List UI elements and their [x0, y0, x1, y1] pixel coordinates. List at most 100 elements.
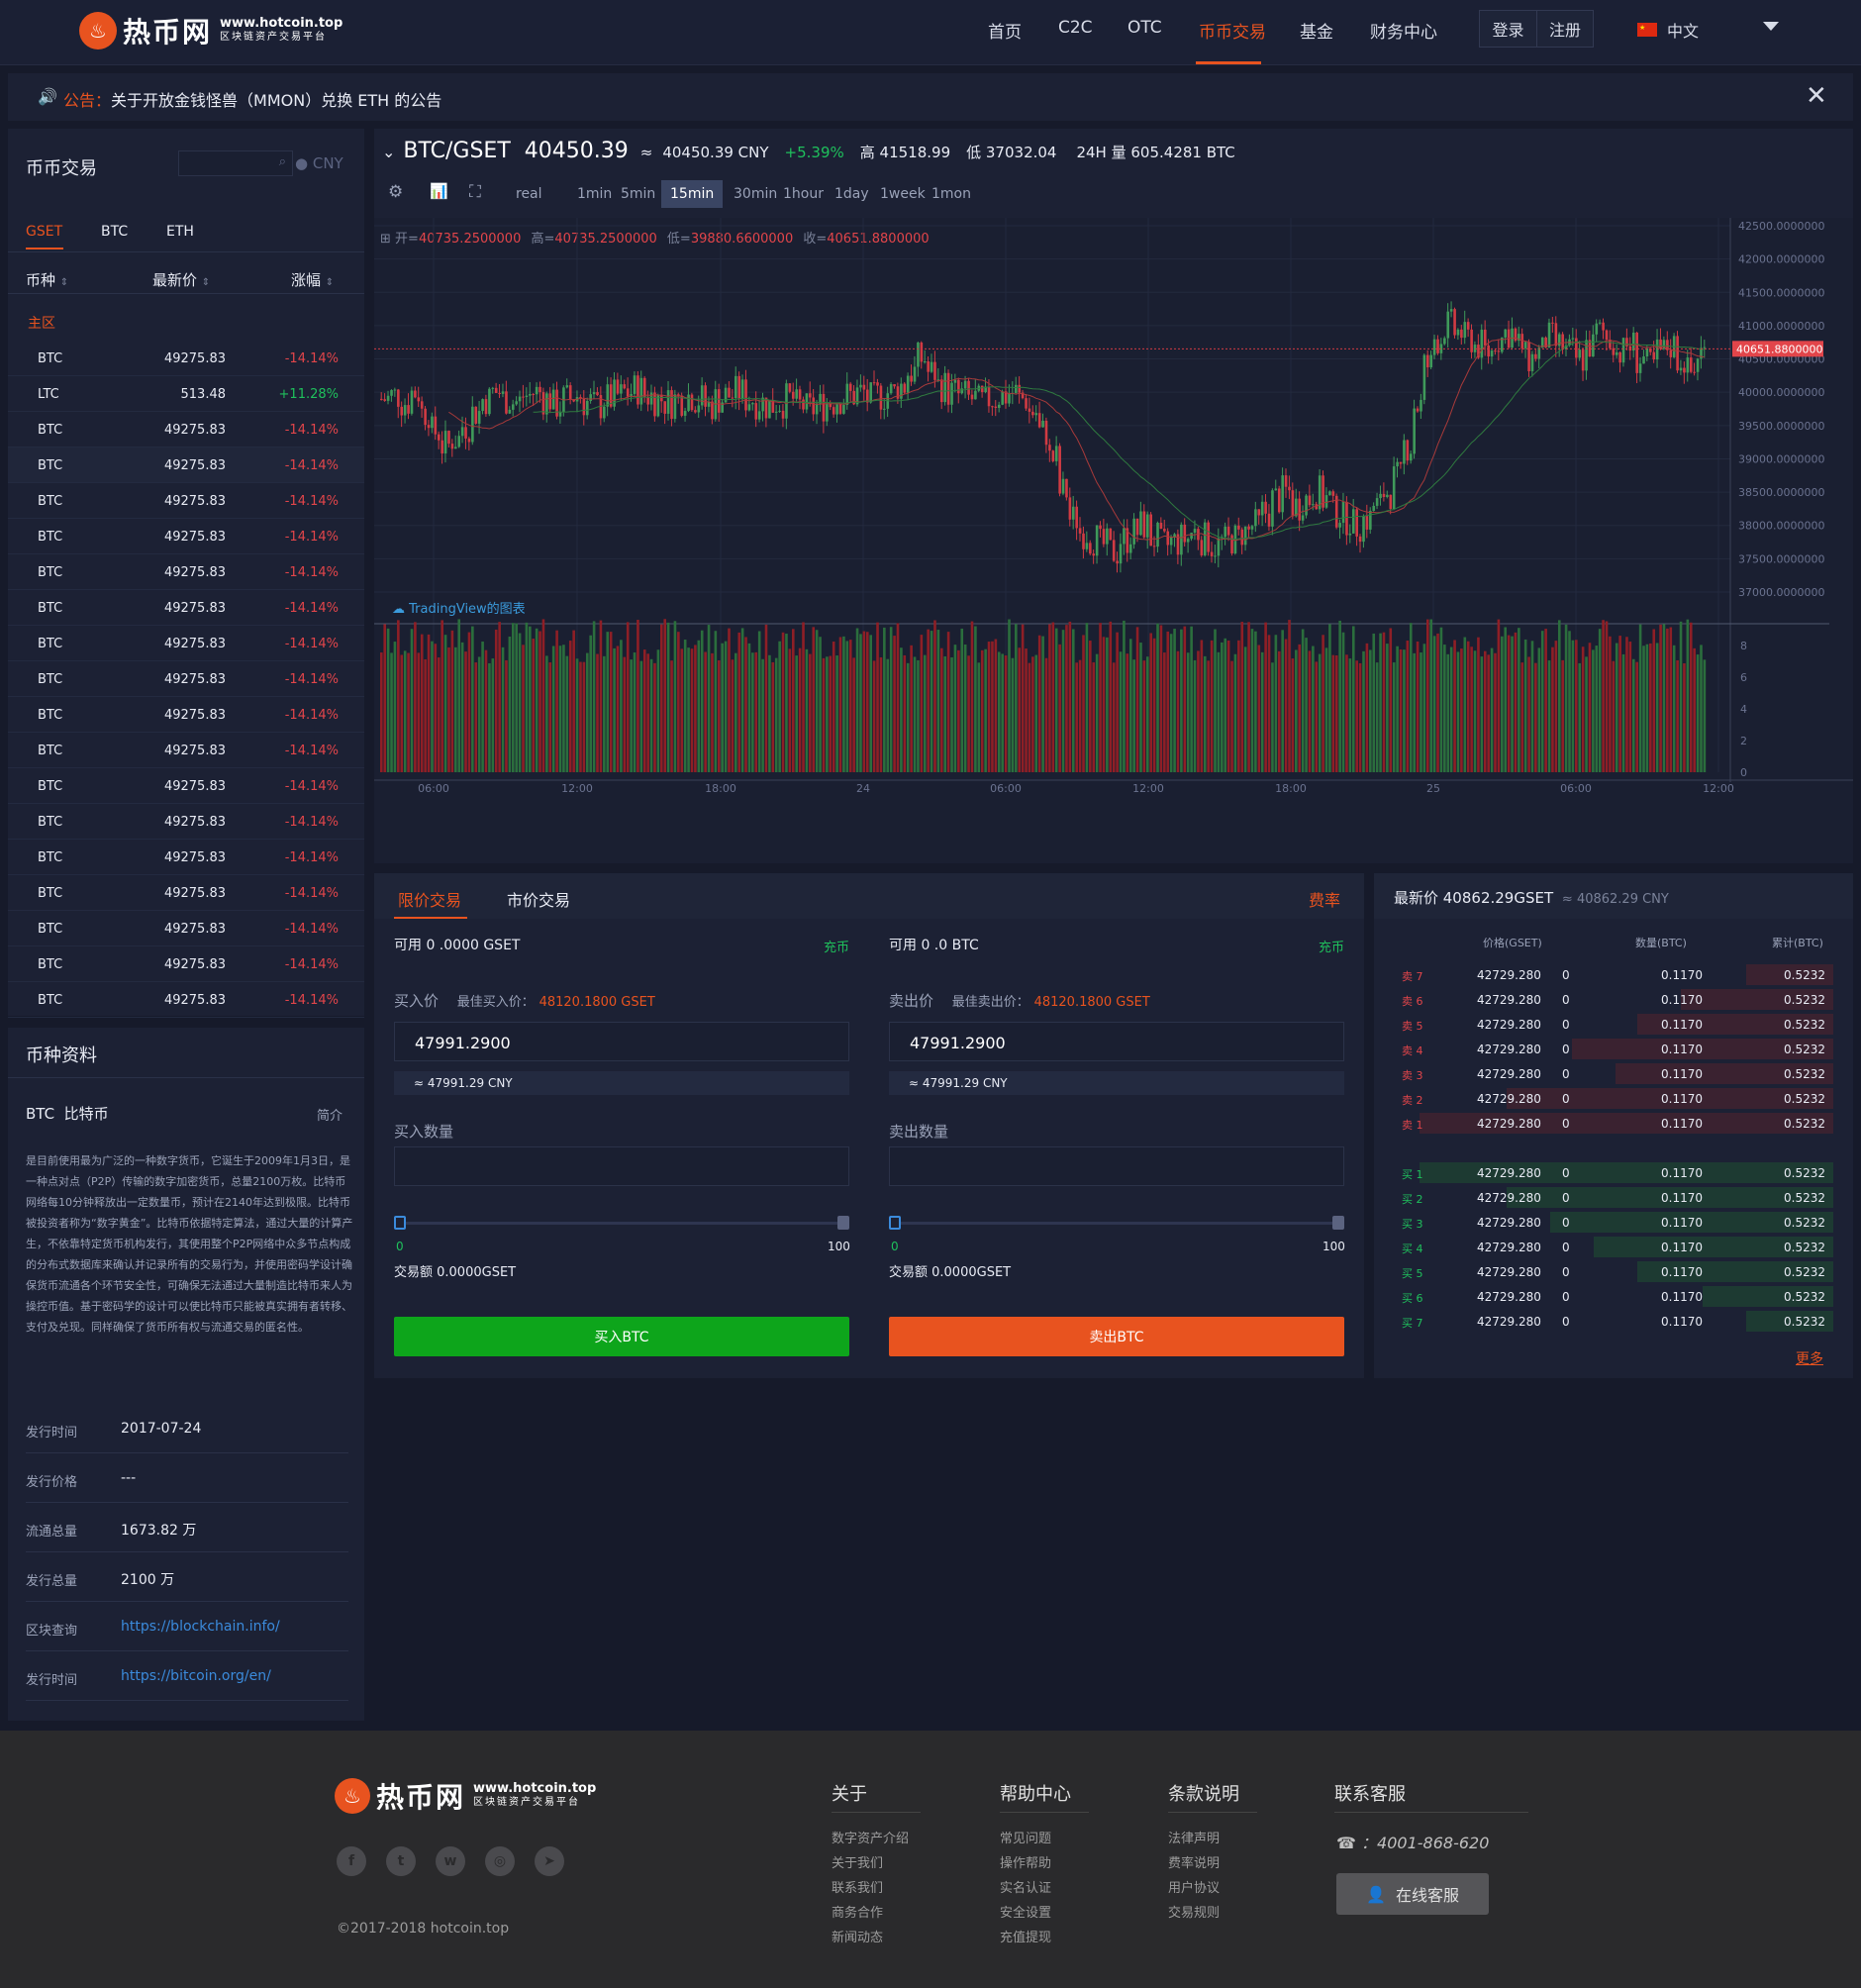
telegram-icon[interactable]: ➤ — [535, 1846, 564, 1876]
fee-link[interactable]: 费率 — [1309, 887, 1340, 911]
nav-spot-trade[interactable]: 币币交易 — [1199, 18, 1266, 43]
orderbook-more-link[interactable]: 更多 — [1796, 1348, 1823, 1368]
market-row[interactable]: BTC 49275.83 -14.14% — [8, 946, 364, 982]
nav-home[interactable]: 首页 — [988, 18, 1022, 43]
tab-limit-order[interactable]: 限价交易 — [398, 887, 461, 911]
market-search-input[interactable]: ⌕ — [178, 150, 293, 176]
footer-link[interactable]: 数字资产介绍 — [832, 1828, 909, 1846]
footer-link[interactable]: 联系我们 — [832, 1877, 883, 1896]
intro-link[interactable]: 简介 — [317, 1105, 343, 1124]
tab-market-order[interactable]: 市价交易 — [507, 887, 570, 911]
ask-row[interactable]: 卖 7 42729.280 0 0.1170 0.5232 — [1394, 962, 1833, 987]
weibo-icon[interactable]: w — [436, 1846, 465, 1876]
interval-1hour[interactable]: 1hour — [774, 180, 833, 208]
tab-eth[interactable]: ETH — [166, 224, 194, 240]
currency-toggle[interactable]: ● CNY — [295, 154, 343, 172]
interval-15min[interactable]: 15min — [661, 180, 724, 208]
coin-info-value[interactable]: https://blockchain.info/ — [121, 1619, 280, 1635]
interval-real[interactable]: real — [507, 180, 551, 208]
bid-row[interactable]: 买 4 42729.280 0 0.1170 0.5232 — [1394, 1235, 1833, 1259]
language-selector[interactable]: ★ 中文 — [1637, 18, 1699, 42]
bid-row[interactable]: 买 7 42729.280 0 0.1170 0.5232 — [1394, 1309, 1833, 1334]
bid-row[interactable]: 买 5 42729.280 0 0.1170 0.5232 — [1394, 1259, 1833, 1284]
footer-link[interactable]: 实名认证 — [1000, 1877, 1051, 1896]
market-row[interactable]: BTC 49275.83 -14.14% — [8, 341, 364, 376]
market-row[interactable]: BTC 49275.83 -14.14% — [8, 483, 364, 519]
market-row[interactable]: BTC 49275.83 -14.14% — [8, 875, 364, 911]
sell-amount-input[interactable] — [889, 1146, 1344, 1186]
market-row[interactable]: BTC 49275.83 -14.14% — [8, 733, 364, 768]
market-row[interactable]: BTC 49275.83 -14.14% — [8, 590, 364, 626]
buy-slider-handle[interactable] — [394, 1216, 406, 1230]
market-row[interactable]: BTC 49275.83 -14.14% — [8, 982, 364, 1018]
buy-amount-input[interactable] — [394, 1146, 849, 1186]
interval-5min[interactable]: 5min — [612, 180, 664, 208]
col-coin-header[interactable]: 币种 ⇕ — [26, 269, 68, 290]
market-row[interactable]: BTC 49275.83 -14.14% — [8, 626, 364, 661]
buy-slider-end-handle[interactable] — [837, 1216, 849, 1230]
ask-row[interactable]: 卖 1 42729.280 0 0.1170 0.5232 — [1394, 1111, 1833, 1136]
buy-button[interactable]: 买入BTC — [394, 1317, 849, 1356]
market-row[interactable]: BTC 49275.83 -14.14% — [8, 661, 364, 697]
market-row[interactable]: BTC 49275.83 -14.14% — [8, 554, 364, 590]
market-row[interactable]: BTC 49275.83 -14.14% — [8, 768, 364, 804]
wechat-icon[interactable]: ◎ — [485, 1846, 515, 1876]
footer-link[interactable]: 新闻动态 — [832, 1927, 883, 1945]
footer-link[interactable]: 充值提现 — [1000, 1927, 1051, 1945]
coin-info-value[interactable]: https://bitcoin.org/en/ — [121, 1668, 271, 1684]
footer-link[interactable]: 常见问题 — [1000, 1828, 1051, 1846]
bid-row[interactable]: 买 2 42729.280 0 0.1170 0.5232 — [1394, 1185, 1833, 1210]
nav-fund[interactable]: 基金 — [1300, 18, 1333, 43]
footer-link[interactable]: 关于我们 — [832, 1852, 883, 1871]
market-row[interactable]: BTC 49275.83 -14.14% — [8, 804, 364, 840]
indicators-icon[interactable]: 📊 — [430, 182, 448, 200]
ask-row[interactable]: 卖 2 42729.280 0 0.1170 0.5232 — [1394, 1086, 1833, 1111]
login-button[interactable]: 登录 — [1480, 11, 1536, 47]
tradingview-watermark[interactable]: ☁ TradingView的图表 — [392, 598, 526, 617]
pair-name[interactable]: BTC/GSET — [403, 139, 510, 163]
dropdown-caret-icon[interactable] — [1763, 22, 1779, 31]
announcement-text[interactable]: 关于开放金钱怪兽（MMON）兑换 ETH 的公告 — [111, 91, 441, 110]
buy-deposit-link[interactable]: 充币 — [824, 937, 849, 955]
sell-slider-track[interactable] — [895, 1222, 1340, 1225]
buy-slider-track[interactable] — [400, 1222, 845, 1225]
market-row[interactable]: BTC 49275.83 -14.14% — [8, 412, 364, 447]
facebook-icon[interactable]: f — [337, 1846, 366, 1876]
sell-deposit-link[interactable]: 充币 — [1319, 937, 1344, 955]
footer-link[interactable]: 法律声明 — [1168, 1828, 1220, 1846]
market-row[interactable]: LTC 513.48 +11.28% — [8, 376, 364, 412]
ask-row[interactable]: 卖 5 42729.280 0 0.1170 0.5232 — [1394, 1012, 1833, 1037]
market-row[interactable]: BTC 49275.83 -14.14% — [8, 697, 364, 733]
nav-finance[interactable]: 财务中心 — [1370, 18, 1437, 43]
tab-gset[interactable]: GSET — [26, 224, 62, 240]
col-price-header[interactable]: 最新价 ⇕ — [152, 269, 210, 290]
footer-link[interactable]: 安全设置 — [1000, 1902, 1051, 1921]
buy-price-input[interactable]: 47991.2900 — [394, 1022, 849, 1061]
bid-row[interactable]: 买 1 42729.280 0 0.1170 0.5232 — [1394, 1160, 1833, 1185]
footer-logo[interactable]: ♨ 热币网 www.hotcoin.top 区块链资产交易平台 — [335, 1776, 596, 1816]
online-service-button[interactable]: 👤 在线客服 — [1336, 1873, 1489, 1915]
ask-row[interactable]: 卖 4 42729.280 0 0.1170 0.5232 — [1394, 1037, 1833, 1061]
footer-link[interactable]: 用户协议 — [1168, 1877, 1220, 1896]
footer-link[interactable]: 费率说明 — [1168, 1852, 1220, 1871]
logo[interactable]: ♨ 热币网 www.hotcoin.top 区块链资产交易平台 — [79, 11, 343, 50]
ask-row[interactable]: 卖 3 42729.280 0 0.1170 0.5232 — [1394, 1061, 1833, 1086]
footer-link[interactable]: 操作帮助 — [1000, 1852, 1051, 1871]
register-button[interactable]: 注册 — [1536, 11, 1593, 47]
col-change-header[interactable]: 涨幅 ⇕ — [291, 269, 334, 290]
bid-row[interactable]: 买 6 42729.280 0 0.1170 0.5232 — [1394, 1284, 1833, 1309]
nav-c2c[interactable]: C2C — [1058, 18, 1093, 38]
footer-link[interactable]: 交易规则 — [1168, 1902, 1220, 1921]
fullscreen-icon[interactable]: ⛶ — [469, 182, 481, 202]
chevron-down-icon[interactable]: ⌄ — [382, 143, 395, 161]
sell-price-input[interactable]: 47991.2900 — [889, 1022, 1344, 1061]
footer-link[interactable]: 商务合作 — [832, 1902, 883, 1921]
sell-slider-handle[interactable] — [889, 1216, 901, 1230]
close-icon[interactable]: ✕ — [1806, 81, 1827, 111]
twitter-icon[interactable]: t — [386, 1846, 416, 1876]
interval-1day[interactable]: 1day — [826, 180, 878, 208]
ask-row[interactable]: 卖 6 42729.280 0 0.1170 0.5232 — [1394, 987, 1833, 1012]
settings-gear-icon[interactable]: ⚙ — [388, 182, 403, 202]
market-row[interactable]: BTC 49275.83 -14.14% — [8, 840, 364, 875]
interval-1mon[interactable]: 1mon — [923, 180, 980, 208]
